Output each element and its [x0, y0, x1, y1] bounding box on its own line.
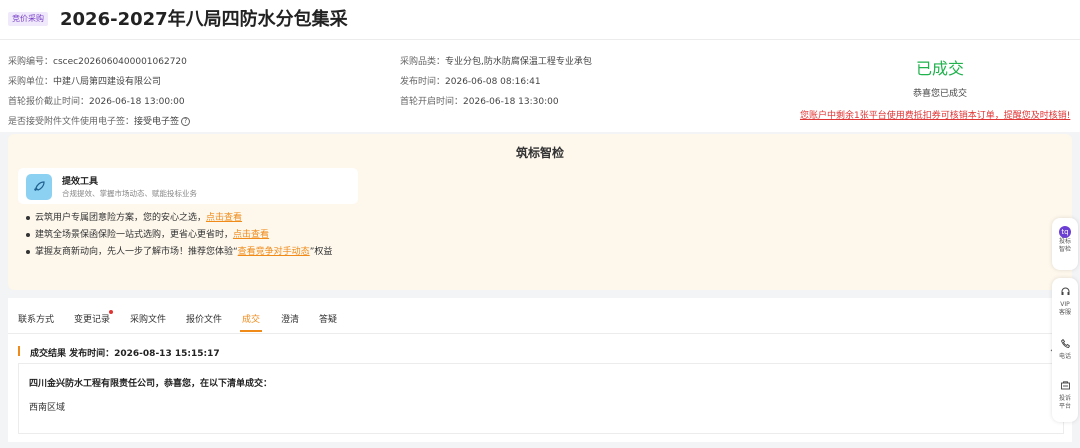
smart-check-panel: 筑标智检 提效工具 合规提效、掌握市场动态、赋能投标业务 云筑用户专属团意险方案… — [8, 134, 1072, 290]
info-category: 采购品类：专业分包,防水防腐保温工程专业承包 — [400, 57, 592, 67]
tab-contact[interactable]: 联系方式 — [18, 312, 54, 325]
phone-icon — [1052, 338, 1078, 353]
smart-check-icon: tq — [1059, 226, 1071, 238]
tip-item: 掌握友商新动向，先人一步了解市场！推荐您体验“查看竞争对手动态”权益 — [26, 246, 332, 258]
headset-icon — [1052, 286, 1078, 301]
winner-text: 四川金兴防水工程有限责任公司，恭喜您，在以下清单成交： — [29, 379, 273, 389]
tab-deal[interactable]: 成交 — [242, 312, 260, 325]
competitor-trend-link[interactable]: 查看竞争对手动态 — [238, 247, 310, 257]
deal-result-body: 四川金兴防水工程有限责任公司，恭喜您，在以下清单成交： 西南区域 — [18, 364, 1064, 434]
deal-congrats: 恭喜您已成交 — [912, 89, 967, 99]
view-link[interactable]: 点击查看 — [206, 213, 242, 223]
tab-quote-files[interactable]: 报价文件 — [186, 312, 222, 325]
tab-change-log[interactable]: 变更记录 — [74, 312, 110, 325]
active-tab-indicator — [240, 330, 262, 332]
deal-result-header[interactable]: 成交结果 发布时间：2026-08-13 15:15:17 — [18, 342, 1064, 364]
info-first-quote-deadline: 首轮报价截止时间：2026-06-18 13:00:00 — [8, 97, 185, 107]
phone-button[interactable]: 电话 — [1052, 338, 1078, 361]
info-procurement-unit: 采购单位：中建八局第四建设有限公司 — [8, 77, 162, 87]
tab-procurement-files[interactable]: 采购文件 — [130, 312, 166, 325]
tool-name: 提效工具 — [62, 177, 99, 187]
rocket-icon — [26, 174, 52, 200]
info-esign-accepted: 是否接受附件文件使用电子签：接受电子签? — [8, 116, 191, 128]
tab-qa[interactable]: 答疑 — [319, 312, 337, 325]
smart-check-title: 筑标智检 — [515, 146, 564, 160]
tab-clarification[interactable]: 澄清 — [281, 312, 299, 325]
info-procurement-no: 采购编号：cscec2026060400001062720 — [8, 57, 187, 67]
detail-tabs: 联系方式 变更记录 采购文件 报价文件 成交 澄清 答疑 — [8, 298, 1072, 334]
complaint-button[interactable]: 投诉 平台 — [1052, 380, 1078, 411]
info-first-open-time: 首轮开启时间：2026-06-18 13:30:00 — [400, 97, 559, 107]
tool-desc: 合规提效、掌握市场动态、赋能投标业务 — [62, 189, 197, 198]
complaint-icon — [1052, 380, 1078, 395]
tip-item: 建筑全场景保函保险一站式选购，更省心更省时，点击查看 — [26, 229, 269, 241]
smart-check-float-button[interactable]: tq 投标 智检 — [1052, 218, 1078, 270]
region-text: 西南区域 — [29, 403, 66, 413]
tip-item: 云筑用户专属团意险方案，您的安心之选，点击查看 — [26, 212, 242, 224]
deal-result-section: 成交结果 发布时间：2026-08-13 15:15:17 四川金兴防水工程有限… — [8, 334, 1072, 442]
unread-dot — [109, 310, 113, 314]
deal-result-heading: 成交结果 发布时间：2026-08-13 15:15:17 — [30, 349, 220, 359]
page-title: 2026-2027年八局四防水分包集采 — [60, 9, 348, 30]
view-link[interactable]: 点击查看 — [233, 230, 269, 240]
help-icon[interactable]: ? — [181, 117, 191, 126]
bidding-type-badge: 竞价采购 — [8, 12, 48, 26]
efficiency-tool-card: 提效工具 合规提效、掌握市场动态、赋能投标业务 — [18, 168, 358, 204]
info-publish-time: 发布时间：2026-06-08 08:16:41 — [400, 77, 541, 87]
side-service-bar: VIP 客服 电话 投诉 平台 — [1052, 278, 1078, 422]
deal-status: 已成交 — [915, 59, 964, 78]
coupon-reminder-link[interactable]: 您账户中剩余1张平台使用费抵扣券可核销本订单，提醒您及时核销! — [800, 108, 1070, 121]
page-header: 竞价采购 2026-2027年八局四防水分包集采 — [0, 0, 1080, 40]
vip-service-button[interactable]: VIP 客服 — [1052, 286, 1078, 317]
